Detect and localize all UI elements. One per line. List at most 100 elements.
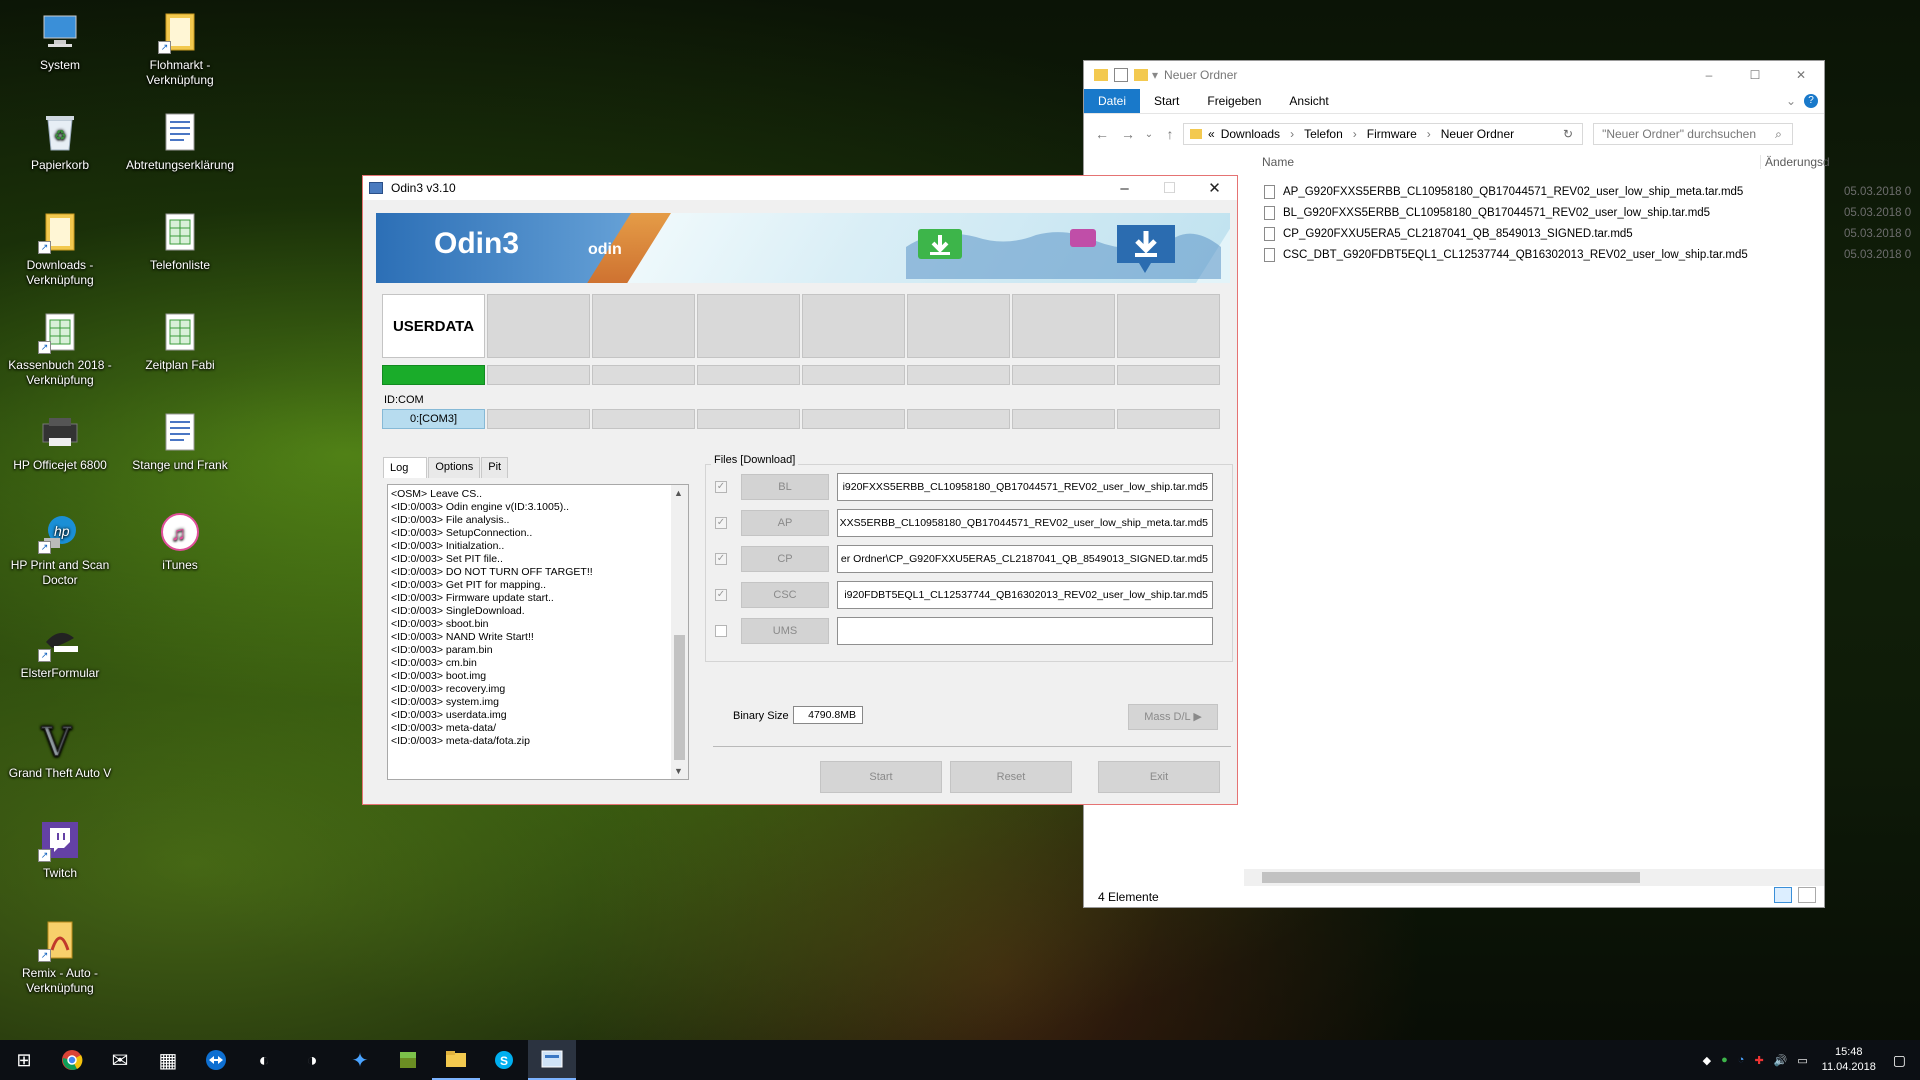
desktop-icon-flohmarkt[interactable]: ↗ Flohmarkt - Verknüpfung — [125, 10, 235, 88]
scroll-down-icon[interactable]: ▼ — [674, 766, 683, 776]
csc-checkbox[interactable]: ✓ — [715, 589, 727, 601]
breadcrumb-firmware[interactable]: Firmware — [1367, 127, 1417, 141]
file-row[interactable]: CSC_DBT_G920FDBT5EQL1_CL12537744_QB16302… — [1264, 245, 1911, 265]
desktop-icon-zeitplan[interactable]: Zeitplan Fabi — [125, 310, 235, 373]
breadcrumb-downloads[interactable]: Downloads — [1221, 127, 1280, 141]
start-button[interactable]: Start — [820, 761, 942, 793]
minimize-button[interactable]: – — [1102, 176, 1147, 200]
tray-app-icon[interactable]: ✚ — [1754, 1054, 1763, 1067]
desktop-icon-abtretungserklaerung[interactable]: Abtretungserklärung — [125, 110, 235, 173]
desktop-icon-itunes[interactable]: ♫ iTunes — [125, 510, 235, 573]
chevron-down-icon[interactable]: ▾ — [1152, 68, 1158, 82]
windows-start-icon[interactable]: ⊞ — [0, 1040, 48, 1080]
desktop-icon-stange-frank[interactable]: Stange und Frank — [125, 410, 235, 473]
search-input[interactable]: "Neuer Ordner" durchsuchen — [1593, 123, 1794, 145]
bl-button[interactable]: BL — [741, 474, 829, 500]
up-icon[interactable]: ↑ — [1157, 126, 1183, 142]
csc-path[interactable]: i920FDBT5EQL1_CL12537744_QB16302013_REV0… — [837, 581, 1213, 609]
large-icons-view-icon[interactable] — [1798, 887, 1816, 903]
calculator-icon[interactable]: ▦ — [144, 1040, 192, 1080]
mail-icon[interactable]: ✉ — [96, 1040, 144, 1080]
bl-path[interactable]: i920FXXS5ERBB_CL10958180_QB17044571_REV0… — [837, 473, 1213, 501]
teamviewer-icon[interactable] — [192, 1040, 240, 1080]
clock[interactable]: 15:48 11.04.2018 — [1813, 1045, 1885, 1075]
ums-checkbox[interactable] — [715, 625, 727, 637]
cp-checkbox[interactable]: ✓ — [715, 553, 727, 565]
log-scrollbar[interactable]: ▲ ▼ — [671, 485, 688, 779]
tab-log[interactable]: Log — [383, 457, 428, 478]
desktop-icon-twitch[interactable]: ↗ Twitch — [5, 818, 115, 881]
cp-button[interactable]: CP — [741, 546, 829, 572]
ribbon-tab-ansicht[interactable]: Ansicht — [1275, 89, 1342, 113]
bl-checkbox[interactable]: ✓ — [715, 481, 727, 493]
cp-path[interactable]: er Ordner\CP_G920FXXU5ERA5_CL2187041_QB_… — [837, 545, 1213, 573]
minimize-button[interactable]: – — [1686, 68, 1732, 82]
column-header-name[interactable]: Name — [1262, 155, 1294, 169]
ribbon-tab-freigeben[interactable]: Freigeben — [1193, 89, 1275, 113]
desktop-icon-system[interactable]: System — [5, 10, 115, 73]
desktop-icon-kassenbuch[interactable]: ↗ Kassenbuch 2018 - Verknüpfung — [5, 310, 115, 388]
odin-titlebar[interactable]: Odin3 v3.10 – ☐ ✕ — [363, 176, 1237, 200]
ap-checkbox[interactable]: ✓ — [715, 517, 727, 529]
skype-icon[interactable]: S — [480, 1040, 528, 1080]
csc-button[interactable]: CSC — [741, 582, 829, 608]
desktop-icon-elster[interactable]: ↗ ElsterFormular — [5, 618, 115, 681]
expand-ribbon-icon[interactable]: ⌄ — [1786, 94, 1796, 108]
tray-app-icon[interactable]: ◆ — [1703, 1054, 1711, 1067]
desktop-icon-downloads[interactable]: ↗ Downloads - Verknüpfung — [5, 210, 115, 288]
file-row[interactable]: AP_G920FXXS5ERBB_CL10958180_QB17044571_R… — [1264, 182, 1911, 202]
back-icon[interactable]: ← — [1089, 126, 1115, 142]
ap-button[interactable]: AP — [741, 510, 829, 536]
desktop-icon-remix[interactable]: ↗ Remix - Auto - Verknüpfung — [5, 918, 115, 996]
file-explorer-icon[interactable] — [432, 1040, 480, 1080]
properties-icon[interactable] — [1114, 68, 1128, 82]
file-row[interactable]: CP_G920FXXU5ERA5_CL2187041_QB_8549013_SI… — [1264, 224, 1911, 244]
file-row[interactable]: BL_G920FXXS5ERBB_CL10958180_QB17044571_R… — [1264, 203, 1911, 223]
details-view-icon[interactable] — [1774, 887, 1792, 903]
breadcrumb-telefon[interactable]: Telefon — [1304, 127, 1343, 141]
tab-options[interactable]: Options — [428, 457, 481, 478]
close-button[interactable]: ✕ — [1778, 68, 1824, 82]
exit-button[interactable]: Exit — [1098, 761, 1220, 793]
column-header-date[interactable]: Änderungsd — [1760, 155, 1830, 169]
chrome-icon[interactable] — [48, 1040, 96, 1080]
tray-app-icon[interactable]: ◔ — [1738, 1054, 1745, 1066]
scrollbar-thumb[interactable] — [1262, 872, 1640, 883]
tab-pit[interactable]: Pit — [481, 457, 509, 478]
odin-taskbar-icon[interactable] — [528, 1040, 576, 1080]
network-icon[interactable]: ▭ — [1797, 1054, 1807, 1067]
minecraft-icon[interactable] — [384, 1040, 432, 1080]
volume-icon[interactable]: 🔊 — [1774, 1054, 1788, 1067]
desktop-icon-telefonliste[interactable]: Telefonliste — [125, 210, 235, 273]
explorer-titlebar[interactable]: ▾ Neuer Ordner – ☐ ✕ — [1084, 61, 1824, 89]
horizontal-scrollbar[interactable] — [1244, 869, 1824, 886]
log-output[interactable]: <OSM> Leave CS.. <ID:0/003> Odin engine … — [387, 484, 689, 780]
ums-path[interactable] — [837, 617, 1213, 645]
scroll-up-icon[interactable]: ▲ — [674, 488, 683, 498]
odin-window[interactable]: Odin3 v3.10 – ☐ ✕ Odin3 odin USERDATA ID… — [362, 175, 1238, 805]
scrollbar-thumb[interactable] — [674, 635, 685, 760]
ribbon-tab-datei[interactable]: Datei — [1084, 89, 1141, 113]
steam-icon[interactable]: ◑ — [288, 1040, 336, 1080]
mass-dl-button[interactable]: Mass D/L ▶ — [1128, 704, 1218, 730]
recent-locations-icon[interactable]: ⌄ — [1141, 129, 1157, 140]
forward-icon[interactable]: → — [1115, 126, 1141, 142]
maximize-button[interactable]: ☐ — [1732, 68, 1778, 82]
desktop-icon-gta[interactable]: V Grand Theft Auto V — [5, 718, 115, 781]
desktop-icon-hp-print-scan[interactable]: hp ↗ HP Print and Scan Doctor — [5, 510, 115, 588]
reset-button[interactable]: Reset — [950, 761, 1072, 793]
breadcrumb-neuer-ordner[interactable]: Neuer Ordner — [1441, 127, 1514, 141]
steam-icon[interactable]: ◐ — [240, 1040, 288, 1080]
desktop-icon-papierkorb[interactable]: ♻ Papierkorb — [5, 110, 115, 173]
breadcrumb[interactable]: « Downloads › Telefon › Firmware › Neuer Or… — [1183, 123, 1583, 145]
search-icon[interactable]: ⌕ — [1775, 127, 1782, 142]
refresh-icon[interactable]: ↻ — [1563, 127, 1573, 141]
ums-button[interactable]: UMS — [741, 618, 829, 644]
app-icon[interactable]: ✦ — [336, 1040, 384, 1080]
ribbon-tab-start[interactable]: Start — [1140, 89, 1193, 113]
ap-path[interactable]: XXS5ERBB_CL10958180_QB17044571_REV02_use… — [837, 509, 1213, 537]
maximize-button[interactable]: ☐ — [1147, 176, 1192, 200]
notifications-icon[interactable]: ▢ — [1893, 1052, 1906, 1069]
breadcrumb-overflow-icon[interactable]: « — [1208, 127, 1215, 141]
tray-app-icon[interactable]: ● — [1721, 1054, 1728, 1066]
